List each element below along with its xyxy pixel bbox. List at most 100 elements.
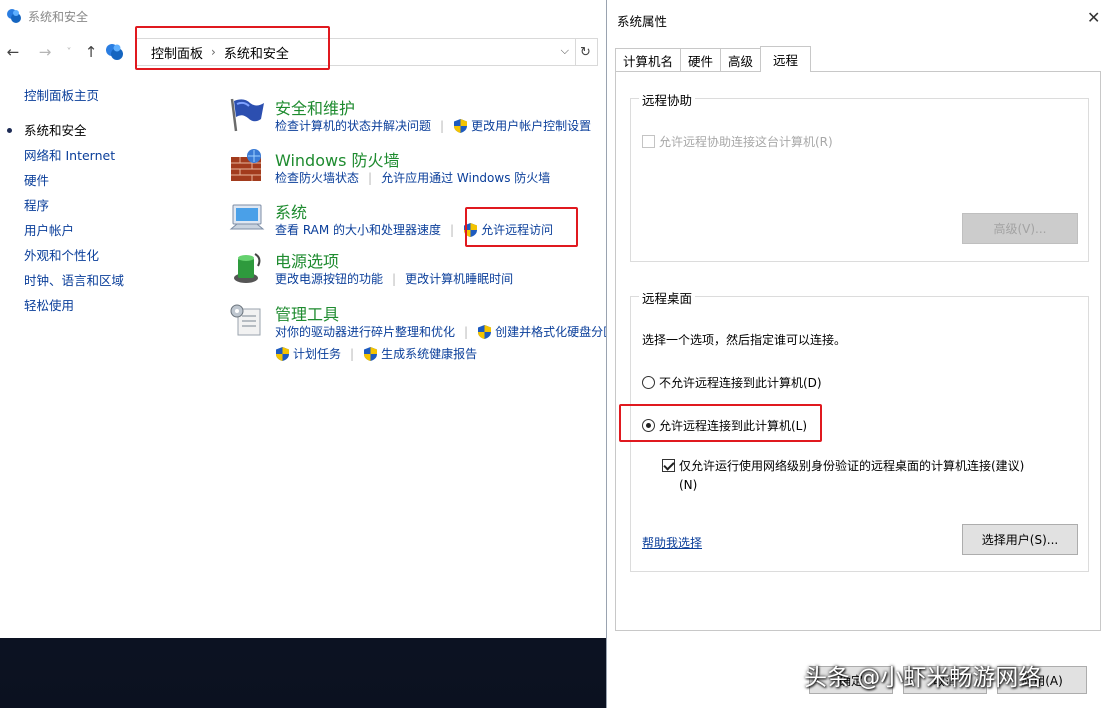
power-options-icon	[234, 253, 261, 283]
uac-shield-icon	[364, 346, 378, 361]
up-arrow-icon[interactable]: ↑	[80, 40, 102, 64]
tab-remote[interactable]: 远程	[760, 46, 812, 72]
uac-shield-icon	[454, 118, 468, 133]
address-dropdown-icon[interactable]: ⌵	[561, 44, 569, 58]
link-separator: |	[440, 118, 445, 133]
category-links-admin-row1: 对你的驱动器进行碎片整理和优化 | 创建并格式化硬盘分区	[275, 323, 606, 340]
tab-computer-name[interactable]: 计算机名	[615, 48, 682, 72]
close-icon[interactable]: ✕	[1087, 8, 1100, 27]
allow-remote-assistance-label: 允许远程协助连接这台计算机(R)	[659, 135, 833, 149]
remote-tab-panel: 远程协助 允许远程协助连接这台计算机(R) 高级(V)... 远程桌面 选择一个…	[615, 71, 1101, 631]
watermark-text: 头条 @小虾米畅游网络	[804, 665, 1042, 691]
category-links-firewall: 检查防火墙状态 | 允许应用通过 Windows 防火墙	[275, 169, 550, 186]
refresh-icon[interactable]: ↻	[574, 38, 598, 66]
left-nav-item-hardware[interactable]: 硬件	[24, 173, 204, 198]
tab-advanced[interactable]: 高级	[720, 48, 762, 72]
breadcrumb-system-security[interactable]: 系统和安全	[224, 43, 289, 62]
category-admin-tools: 管理工具 对你的驱动器进行碎片整理和优化 | 创建并格式化硬盘分区 计划任务 |	[228, 301, 606, 371]
link-change-sleep-time[interactable]: 更改计算机睡眠时间	[405, 270, 513, 287]
left-nav-item-clock-region[interactable]: 时钟、语言和区域	[24, 273, 204, 298]
category-title-admin-tools[interactable]: 管理工具	[275, 301, 339, 325]
category-firewall: Windows 防火墙 检查防火墙状态 | 允许应用通过 Windows 防火墙	[228, 147, 606, 197]
link-allow-remote-access[interactable]: 允许远程访问	[481, 221, 553, 238]
category-links-system: 查看 RAM 的大小和处理器速度 | 允许远程访问	[275, 221, 553, 238]
window-title: 系统和安全	[28, 9, 89, 24]
link-check-computer-status[interactable]: 检查计算机的状态并解决问题	[275, 117, 431, 134]
tab-hardware[interactable]: 硬件	[680, 48, 722, 72]
allow-remote-radio[interactable]	[642, 419, 655, 432]
allow-remote-label: 允许远程连接到此计算机(L)	[659, 419, 808, 433]
dialog-tabs: 计算机名 硬件 高级 远程	[615, 46, 812, 72]
link-create-format-partition[interactable]: 创建并格式化硬盘分区	[495, 323, 606, 340]
nla-label-shortcut: (N)	[679, 478, 698, 492]
category-links-security: 检查计算机的状态并解决问题 | 更改用户帐户控制设置	[275, 117, 591, 134]
left-nav-item-system-security[interactable]: 系统和安全	[7, 123, 204, 148]
deny-remote-radio[interactable]	[642, 376, 655, 389]
link-defragment-optimize[interactable]: 对你的驱动器进行碎片整理和优化	[275, 323, 455, 340]
forward-arrow-icon[interactable]: →	[34, 40, 56, 64]
category-title-power[interactable]: 电源选项	[275, 248, 339, 272]
option-allow-row[interactable]: 允许远程连接到此计算机(L)	[642, 417, 807, 434]
remote-assistance-group-title: 远程协助	[639, 90, 696, 109]
link-separator: |	[368, 170, 373, 185]
left-nav-item-programs[interactable]: 程序	[24, 198, 204, 223]
category-links-admin-row2: 计划任务 | 生成系统健康报告	[275, 345, 477, 362]
left-nav-home-link[interactable]: 控制面板主页	[24, 88, 204, 113]
link-separator: |	[350, 346, 355, 361]
breadcrumb-control-panel[interactable]: 控制面板	[151, 43, 203, 62]
link-schedule-tasks[interactable]: 计划任务	[293, 345, 341, 362]
uac-shield-icon	[478, 324, 492, 339]
select-users-button[interactable]: 选择用户(S)...	[962, 524, 1078, 555]
firewall-icon	[231, 149, 261, 181]
control-panel-icon	[7, 9, 21, 23]
option-deny-row[interactable]: 不允许远程连接到此计算机(D)	[642, 374, 822, 391]
back-arrow-icon[interactable]: ←	[2, 40, 24, 64]
remote-desktop-instruction: 选择一个选项，然后指定谁可以连接。	[642, 331, 846, 348]
category-title-system[interactable]: 系统	[275, 199, 307, 223]
dialog-title: 系统属性	[617, 14, 668, 29]
category-title-firewall[interactable]: Windows 防火墙	[275, 147, 400, 171]
category-security-maintenance: 安全和维护 检查计算机的状态并解决问题 | 更改用户帐户控制设置	[228, 95, 606, 145]
control-panel-window: 系统和安全 ← → ˅ ↑ 控制面板 › 系统和安全 ⌵ ↻ 控制面板主页 系统…	[0, 0, 606, 638]
remote-desktop-group-title: 远程桌面	[639, 288, 696, 307]
link-view-ram-processor[interactable]: 查看 RAM 的大小和处理器速度	[275, 221, 441, 238]
allow-remote-assistance-checkbox[interactable]	[642, 135, 655, 148]
window-titlebar: 系统和安全	[0, 0, 606, 32]
breadcrumb-separator-icon[interactable]: ›	[211, 45, 216, 59]
computer-icon	[229, 204, 265, 230]
system-properties-dialog: 系统属性 ✕ 计算机名 硬件 高级 远程 远程协助 允许远程协助连接这台计算机(…	[606, 0, 1108, 708]
remote-desktop-group: 远程桌面 选择一个选项，然后指定谁可以连接。 不允许远程连接到此计算机(D) 允…	[630, 288, 1089, 572]
left-navigation: 控制面板主页 系统和安全 网络和 Internet 硬件 程序 用户帐户 外观和…	[7, 88, 204, 323]
left-nav-item-user-accounts[interactable]: 用户帐户	[24, 223, 204, 248]
left-nav-item-ease-of-access[interactable]: 轻松使用	[24, 298, 204, 323]
link-system-health-report[interactable]: 生成系统健康报告	[381, 345, 477, 362]
left-nav-item-appearance[interactable]: 外观和个性化	[24, 248, 204, 273]
control-panel-address-icon	[106, 44, 123, 60]
uac-shield-icon	[464, 222, 478, 237]
link-change-power-button[interactable]: 更改电源按钮的功能	[275, 270, 383, 287]
recent-locations-chevron-icon[interactable]: ˅	[62, 40, 76, 64]
category-power: 电源选项 更改电源按钮的功能 | 更改计算机睡眠时间	[228, 248, 606, 298]
address-bar[interactable]: 控制面板 › 系统和安全 ⌵	[136, 38, 576, 66]
link-check-firewall-status[interactable]: 检查防火墙状态	[275, 169, 359, 186]
nla-label: 仅允许运行使用网络级别身份验证的远程桌面的计算机连接(建议)	[679, 459, 1025, 473]
link-separator: |	[450, 222, 455, 237]
navigation-bar: ← → ˅ ↑ 控制面板 › 系统和安全 ⌵ ↻	[0, 34, 606, 70]
nla-row[interactable]: 仅允许运行使用网络级别身份验证的远程桌面的计算机连接(建议) (N)	[662, 457, 1024, 492]
link-allow-app-firewall[interactable]: 允许应用通过 Windows 防火墙	[381, 169, 550, 186]
flag-icon	[230, 98, 264, 132]
link-separator: |	[464, 324, 469, 339]
link-change-uac-settings[interactable]: 更改用户帐户控制设置	[471, 117, 591, 134]
category-title-security[interactable]: 安全和维护	[275, 95, 355, 119]
deny-remote-label: 不允许远程连接到此计算机(D)	[659, 376, 822, 390]
remote-assistance-group: 远程协助 允许远程协助连接这台计算机(R) 高级(V)...	[630, 90, 1089, 262]
category-system: 系统 查看 RAM 的大小和处理器速度 | 允许远程访问	[228, 199, 606, 249]
left-nav-item-network[interactable]: 网络和 Internet	[24, 148, 204, 173]
allow-remote-assistance-row[interactable]: 允许远程协助连接这台计算机(R)	[642, 133, 833, 150]
instruction-text: 选择一个选项，然后指定谁可以连接。	[642, 333, 847, 347]
help-me-choose-link[interactable]: 帮助我选择	[642, 534, 702, 551]
advanced-button[interactable]: 高级(V)...	[962, 213, 1078, 244]
category-links-power: 更改电源按钮的功能 | 更改计算机睡眠时间	[275, 270, 513, 287]
admin-tools-icon	[230, 304, 261, 336]
nla-checkbox[interactable]	[662, 459, 675, 472]
